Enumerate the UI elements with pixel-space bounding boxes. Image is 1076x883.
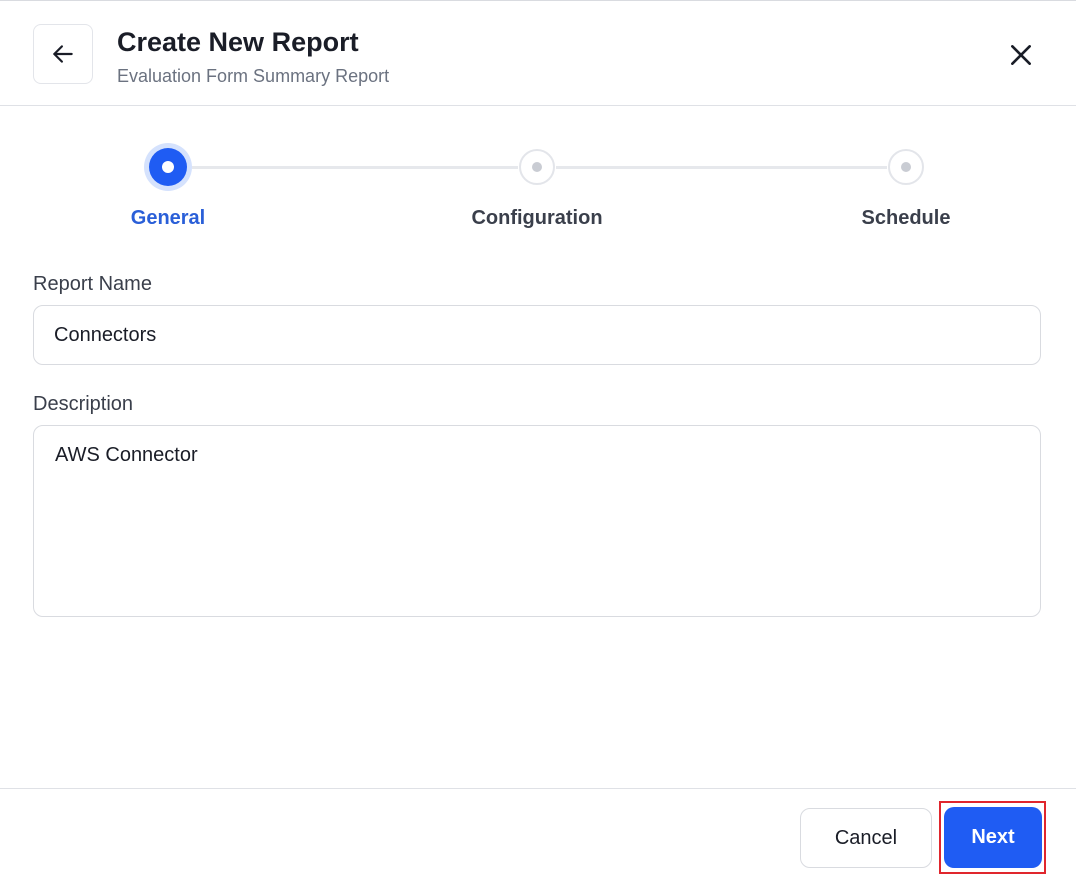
next-button[interactable]: Next	[944, 807, 1042, 868]
close-icon	[1011, 45, 1031, 65]
report-name-label: Report Name	[33, 273, 152, 295]
report-name-input[interactable]	[33, 305, 1041, 365]
dialog-footer: Cancel Next	[0, 788, 1076, 883]
dialog-header: Create New Report Evaluation Form Summar…	[0, 1, 1076, 106]
step-indicator-general[interactable]	[144, 143, 192, 191]
back-button[interactable]	[33, 24, 93, 84]
step-indicator-schedule[interactable]	[888, 149, 924, 185]
step-label-schedule[interactable]: Schedule	[862, 207, 951, 230]
close-button[interactable]	[1000, 34, 1042, 76]
step-connector	[192, 166, 518, 169]
description-textarea[interactable]: AWS Connector	[33, 425, 1041, 617]
page-subtitle: Evaluation Form Summary Report	[117, 66, 390, 86]
step-connector	[556, 166, 887, 169]
description-label: Description	[33, 393, 134, 415]
step-label-configuration[interactable]: Configuration	[471, 207, 602, 230]
step-progress: General Configuration Schedule	[0, 131, 1076, 241]
step-label-general[interactable]: General	[131, 207, 205, 230]
cancel-button[interactable]: Cancel	[800, 808, 932, 868]
page-title: Create New Report	[117, 27, 359, 57]
create-report-dialog: Create New Report Evaluation Form Summar…	[0, 0, 1076, 883]
arrow-left-icon	[53, 45, 73, 63]
step-indicator-configuration[interactable]	[519, 149, 555, 185]
